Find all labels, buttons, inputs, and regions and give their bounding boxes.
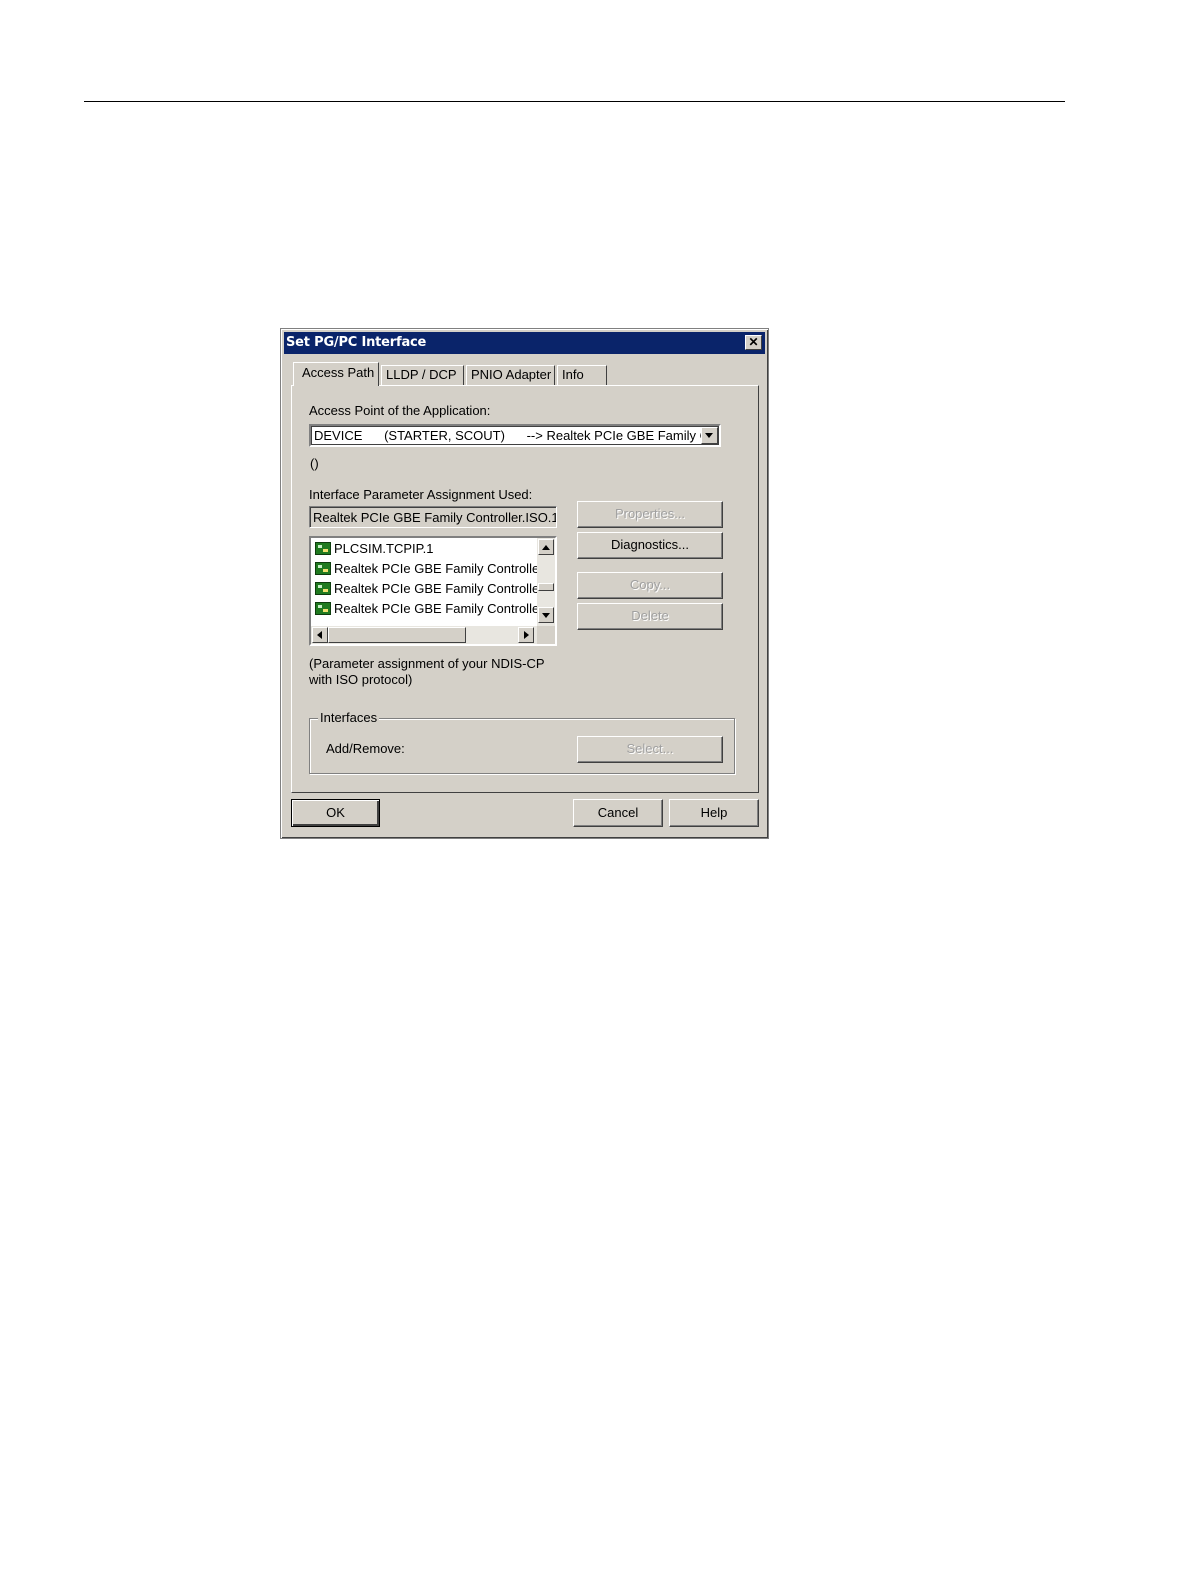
properties-button[interactable]: Properties...	[577, 501, 723, 528]
interface-param-list[interactable]: PLCSIM.TCPIP.1 Realtek PCIe GBE Family C…	[309, 536, 557, 646]
diagnostics-button[interactable]: Diagnostics...	[577, 532, 723, 559]
button-label: Cancel	[597, 805, 639, 820]
interface-param-label: Interface Parameter Assignment Used:	[309, 487, 533, 502]
access-point-value: DEVICE (STARTER, SCOUT) --> Realtek PCIe…	[314, 428, 717, 443]
add-remove-label: Add/Remove:	[326, 741, 405, 756]
list-item-label: Realtek PCIe GBE Family Controller.	[334, 581, 547, 596]
tab-label: LLDP / DCP	[386, 367, 457, 382]
access-point-combobox[interactable]: DEVICE (STARTER, SCOUT) --> Realtek PCIe…	[309, 424, 721, 447]
vertical-scrollbar[interactable]	[537, 538, 555, 626]
close-icon: ✕	[748, 335, 759, 349]
vertical-scroll-thumb[interactable]	[538, 583, 554, 591]
access-point-note: ()	[310, 456, 319, 471]
button-label: Diagnostics...	[610, 537, 690, 552]
arrow-right-icon	[524, 631, 529, 639]
tab-label: Access Path	[302, 365, 375, 380]
list-item[interactable]: PLCSIM.TCPIP.1	[315, 539, 433, 559]
interface-param-field: Realtek PCIe GBE Family Controller.ISO.1	[309, 506, 557, 528]
close-button[interactable]: ✕	[745, 335, 762, 350]
arrow-down-icon	[542, 613, 550, 618]
button-label: OK	[326, 805, 345, 820]
access-path-panel: Access Point of the Application: DEVICE …	[291, 385, 759, 793]
scroll-up-button[interactable]	[538, 539, 554, 555]
list-item-label: Realtek PCIe GBE Family Controller.	[334, 601, 547, 616]
horizontal-scrollbar[interactable]	[311, 626, 537, 644]
access-point-label: Access Point of the Application:	[309, 403, 491, 418]
copy-button[interactable]: Copy...	[577, 572, 723, 599]
tab-pnio-adapter[interactable]: PNIO Adapter	[466, 365, 555, 385]
tab-lldp-dcp[interactable]: LLDP / DCP	[381, 365, 464, 385]
help-button[interactable]: Help	[669, 799, 759, 827]
chevron-down-icon	[705, 433, 713, 438]
interface-param-description-line-2: with ISO protocol)	[309, 672, 413, 687]
tab-access-path[interactable]: Access Path	[293, 362, 379, 386]
tab-info[interactable]: Info	[557, 365, 607, 385]
button-label: Delete	[631, 608, 669, 623]
list-item[interactable]: Realtek PCIe GBE Family Controller.	[315, 559, 546, 579]
title-bar[interactable]: Set PG/PC Interface ✕	[284, 332, 765, 354]
network-card-icon	[315, 582, 331, 595]
button-label: Help	[700, 805, 728, 820]
arrow-left-icon	[317, 631, 322, 639]
list-item-label: PLCSIM.TCPIP.1	[334, 541, 434, 556]
interfaces-groupbox: Interfaces Add/Remove: Select...	[309, 710, 735, 774]
scroll-down-button[interactable]	[538, 607, 554, 623]
interface-param-value: Realtek PCIe GBE Family Controller.ISO.1	[313, 510, 557, 525]
scroll-right-button[interactable]	[518, 627, 534, 643]
select-button[interactable]: Select...	[577, 736, 723, 763]
arrow-up-icon	[542, 545, 550, 550]
set-pg-pc-interface-dialog: Set PG/PC Interface ✕ Access Path LLDP /…	[280, 328, 769, 839]
delete-button[interactable]: Delete	[577, 603, 723, 630]
scroll-left-button[interactable]	[312, 627, 328, 643]
list-item-label: Realtek PCIe GBE Family Controller.	[334, 561, 547, 576]
tab-label: PNIO Adapter	[471, 367, 552, 382]
tab-label: Info	[562, 367, 584, 382]
button-label: Properties...	[614, 506, 686, 521]
document-page: Set PG/PC Interface ✕ Access Path LLDP /…	[0, 0, 1191, 1587]
scrollbar-corner	[537, 626, 555, 644]
network-card-icon	[315, 542, 331, 555]
combobox-dropdown-button[interactable]	[701, 427, 718, 444]
header-rule	[84, 101, 1065, 102]
interfaces-groupbox-legend: Interfaces	[318, 710, 380, 725]
dialog-title: Set PG/PC Interface	[286, 335, 427, 350]
cancel-button[interactable]: Cancel	[573, 799, 663, 827]
button-label: Copy...	[629, 577, 671, 592]
button-label: Select...	[626, 741, 674, 756]
interface-param-description-line-1: (Parameter assignment of your NDIS-CP	[309, 656, 545, 671]
list-item[interactable]: Realtek PCIe GBE Family Controller.	[315, 599, 546, 619]
network-card-icon	[315, 602, 331, 615]
list-item[interactable]: Realtek PCIe GBE Family Controller.	[315, 579, 546, 599]
horizontal-scroll-thumb[interactable]	[328, 627, 466, 643]
network-card-icon	[315, 562, 331, 575]
ok-button[interactable]: OK	[291, 799, 380, 827]
